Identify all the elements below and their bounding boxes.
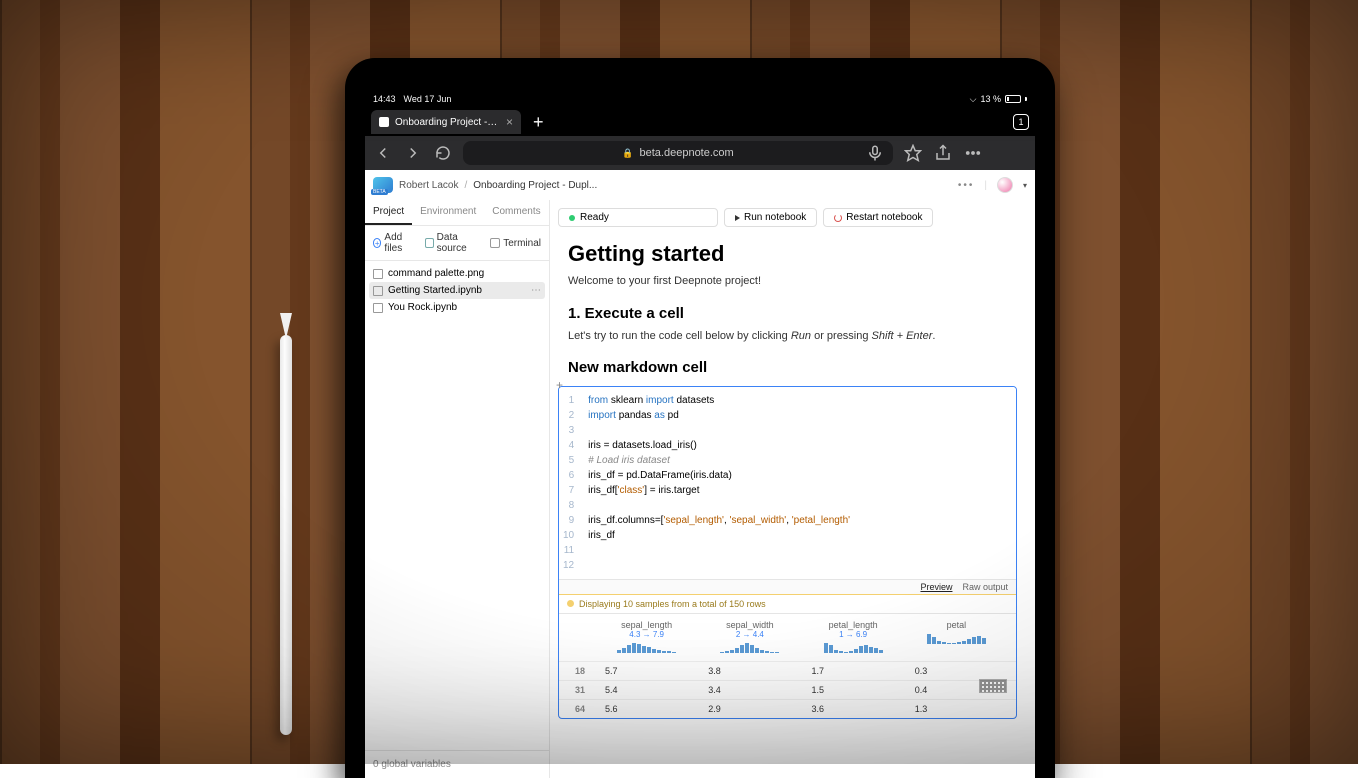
app-header: BETA Robert Lacok / Onboarding Project -… — [365, 170, 1035, 200]
back-icon[interactable] — [373, 143, 393, 163]
sidebar: Project Environment Comments +Add files … — [365, 200, 550, 778]
sparkline-icon — [601, 641, 692, 653]
df-col-header[interactable]: sepal_length — [601, 620, 692, 630]
file-name: Getting Started.ipynb — [388, 285, 482, 296]
tab-count-button[interactable]: 1 — [1013, 114, 1029, 130]
address-bar[interactable]: 🔒 beta.deepnote.com — [463, 141, 893, 165]
line-gutter: 123456789101112 — [559, 387, 580, 579]
browser-tab[interactable]: Onboarding Project - Dup × — [371, 110, 521, 134]
run-notebook-button[interactable]: Run notebook — [724, 208, 817, 227]
notebook-scroll[interactable]: Getting started Welcome to your first De… — [550, 231, 1035, 778]
add-cell-icon[interactable]: + — [556, 378, 563, 392]
address-text: beta.deepnote.com — [640, 147, 734, 159]
sample-warning: Displaying 10 samples from a total of 15… — [559, 594, 1016, 613]
more-icon[interactable] — [963, 143, 983, 163]
output-tab-preview[interactable]: Preview — [920, 582, 952, 592]
file-item[interactable]: You Rock.ipynb — [365, 299, 549, 316]
sidebar-footer: 0 global variables — [365, 750, 549, 778]
browser-toolbar: 🔒 beta.deepnote.com — [365, 136, 1035, 170]
battery-icon — [1005, 95, 1021, 103]
close-tab-icon[interactable]: × — [506, 115, 513, 129]
df-col-header[interactable]: sepal_width — [704, 620, 795, 630]
lock-icon: 🔒 — [622, 148, 633, 159]
battery-pct: 13 % — [980, 94, 1001, 104]
file-list: command palette.png Getting Started.ipynb… — [365, 261, 549, 320]
wifi-icon: ⌵ — [970, 94, 977, 105]
df-row[interactable]: 645.62.93.61.3 — [559, 699, 1016, 718]
battery-nub — [1025, 97, 1027, 101]
kernel-status: Ready — [558, 208, 718, 227]
output-tabs: Preview Raw output — [559, 579, 1016, 594]
section1-heading: 1. Execute a cell — [568, 305, 1017, 322]
reload-icon[interactable] — [433, 143, 453, 163]
tablet-device: 14:43 Wed 17 Jun ⌵ 13 % Onboarding Proje… — [345, 58, 1055, 778]
sparkline-icon — [911, 632, 1002, 644]
deepnote-logo[interactable]: BETA — [373, 177, 393, 193]
sidebar-tab-comments[interactable]: Comments — [484, 200, 548, 225]
status-bar: 14:43 Wed 17 Jun ⌵ 13 % — [365, 90, 1035, 108]
tab-title: Onboarding Project - Dup — [395, 117, 500, 128]
df-col-header[interactable]: petal_length — [808, 620, 899, 630]
notebook-title: Getting started — [568, 241, 1017, 267]
sidebar-tools: +Add files Data source Terminal — [365, 226, 549, 261]
code-cell[interactable]: 123456789101112 from sklearn import data… — [558, 386, 1017, 719]
main-panel: Ready Run notebook Restart notebook Gett… — [550, 200, 1035, 778]
status-time: 14:43 — [373, 94, 396, 104]
star-icon[interactable] — [903, 143, 923, 163]
df-row[interactable]: 315.43.41.50.4 — [559, 680, 1016, 699]
breadcrumb-user[interactable]: Robert Lacok — [399, 180, 458, 191]
play-icon — [735, 215, 740, 221]
forward-icon[interactable] — [403, 143, 423, 163]
file-name: You Rock.ipynb — [388, 302, 457, 313]
file-more-icon[interactable]: ⋯ — [531, 285, 541, 296]
section2-heading: New markdown cell — [568, 359, 1017, 376]
code-body[interactable]: from sklearn import datasets import pand… — [580, 387, 1016, 579]
file-icon — [373, 286, 383, 296]
output-tab-raw[interactable]: Raw output — [962, 582, 1008, 592]
add-files-button[interactable]: +Add files — [373, 232, 415, 254]
restart-icon — [834, 214, 842, 222]
file-item[interactable]: Getting Started.ipynb ⋯ — [369, 282, 545, 299]
df-col-header[interactable]: petal — [911, 620, 1002, 630]
browser-tabbar: Onboarding Project - Dup × + 1 — [365, 108, 1035, 136]
breadcrumb-project[interactable]: Onboarding Project - Dupl... — [473, 180, 597, 191]
new-tab-button[interactable]: + — [525, 112, 552, 133]
tab-favicon — [379, 117, 389, 127]
sparkline-icon — [808, 641, 899, 653]
mic-icon[interactable] — [865, 143, 885, 163]
sparkline-icon — [704, 641, 795, 653]
header-more-icon[interactable]: ••• — [958, 180, 975, 191]
restart-notebook-button[interactable]: Restart notebook — [823, 208, 933, 227]
share-icon[interactable] — [933, 143, 953, 163]
status-date: Wed 17 Jun — [404, 94, 452, 104]
breadcrumb-sep: / — [464, 180, 467, 191]
welcome-text: Welcome to your first Deepnote project! — [568, 275, 1017, 287]
data-source-button[interactable]: Data source — [425, 232, 480, 254]
status-dot-icon — [569, 215, 575, 221]
deepnote-app: BETA Robert Lacok / Onboarding Project -… — [365, 170, 1035, 778]
runbar: Ready Run notebook Restart notebook — [550, 200, 1035, 231]
dataframe-output[interactable]: sepal_length4.3 → 7.9sepal_width2 → 4.4p… — [559, 613, 1016, 718]
terminal-button[interactable]: Terminal — [490, 232, 541, 254]
file-item[interactable]: command palette.png — [365, 265, 549, 282]
caret-down-icon[interactable]: ▾ — [1023, 181, 1027, 190]
warning-icon — [567, 600, 574, 607]
file-name: command palette.png — [388, 268, 484, 279]
screen: 14:43 Wed 17 Jun ⌵ 13 % Onboarding Proje… — [365, 90, 1035, 778]
sidebar-tabs: Project Environment Comments — [365, 200, 549, 226]
avatar[interactable] — [997, 177, 1013, 193]
keyboard-icon[interactable] — [979, 679, 1007, 693]
df-row[interactable]: 185.73.81.70.3 — [559, 661, 1016, 680]
file-icon — [373, 303, 383, 313]
file-icon — [373, 269, 383, 279]
sidebar-tab-project[interactable]: Project — [365, 200, 412, 225]
sidebar-tab-environment[interactable]: Environment — [412, 200, 484, 225]
section1-para: Let's try to run the code cell below by … — [568, 328, 1017, 345]
